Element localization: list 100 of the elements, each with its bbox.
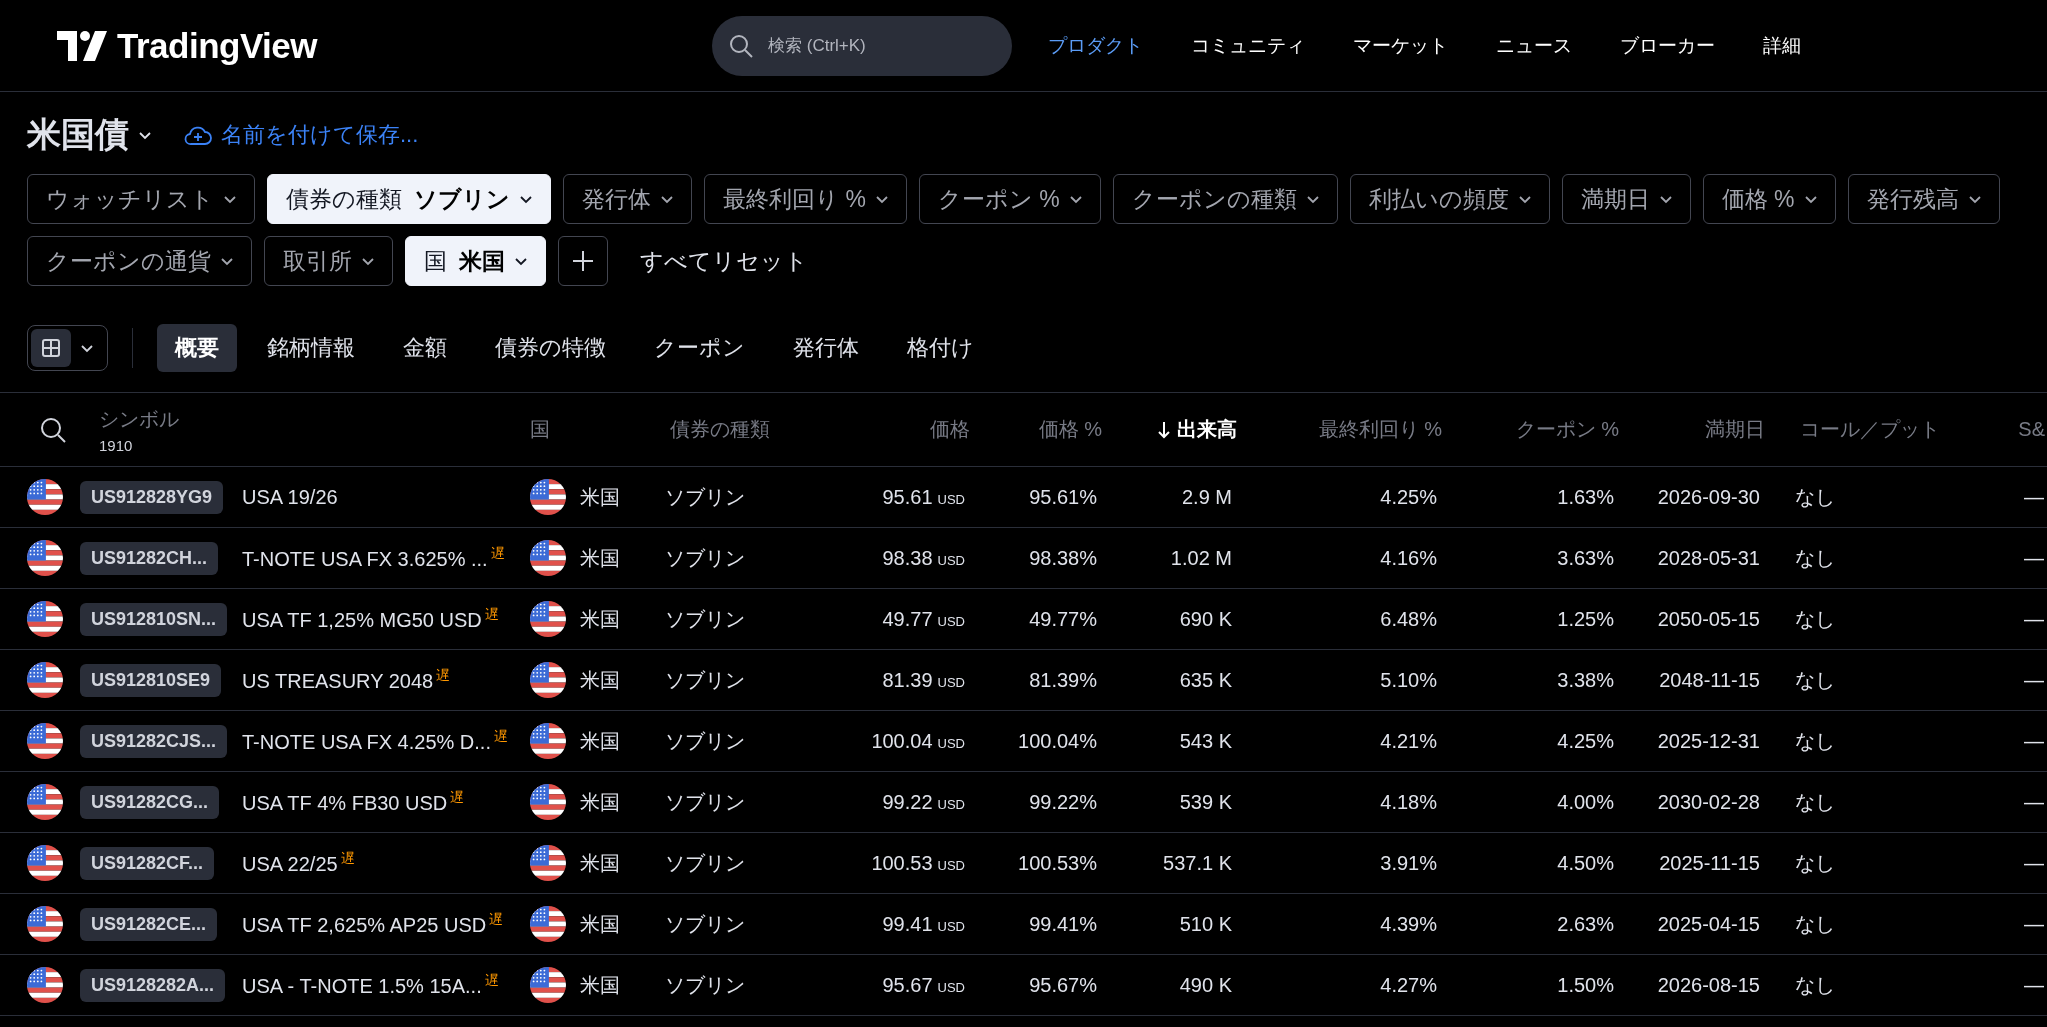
column-header[interactable]: クーポン % (1515, 416, 1619, 443)
table-cell: ソブリン (665, 729, 745, 752)
filter-chip[interactable]: ウォッチリスト (27, 174, 255, 224)
table-cell: 2025-04-15 (1657, 912, 1760, 935)
symbol-chip[interactable]: US912828YG9 (80, 480, 224, 514)
filter-chip[interactable]: 満期日 (1561, 174, 1691, 224)
table-cell: 1.50% (1557, 973, 1614, 996)
table-cell: ソブリン (665, 851, 745, 874)
filter-chip[interactable]: 発行残高 (1847, 174, 2000, 224)
symbol-chip[interactable]: US91282CG... (80, 785, 220, 819)
flag-icon (530, 479, 566, 515)
bond-name[interactable]: US TREASURY 2048$^{遅}$ (242, 667, 451, 693)
bond-name[interactable]: USA TF 4% FB30 USD$^{遅}$ (242, 789, 465, 815)
table-cell: 2025-12-31 (1657, 729, 1760, 752)
flag-icon (530, 784, 566, 820)
bond-name[interactable]: USA - T-NOTE 1.5% 15A...$^{遅}$ (242, 972, 499, 998)
symbol-chip[interactable]: US912810SN... (80, 602, 228, 636)
column-header[interactable]: S& (2018, 418, 2045, 441)
table-cell: 95.61 (882, 485, 933, 508)
table-cell: — (2024, 546, 2044, 569)
table-cell: 2028-05-31 (1657, 546, 1760, 569)
screen-title[interactable]: 米国債 (27, 112, 153, 158)
bond-name[interactable]: T-NOTE USA FX 3.625% ...$^{遅}$ (242, 545, 505, 571)
symbol-chip[interactable]: US91282CJS... (80, 724, 228, 758)
tab[interactable]: 債券の特徴 (477, 324, 624, 372)
nav-link[interactable]: マーケット (1353, 32, 1448, 59)
table-cell: 99.22% (1029, 790, 1097, 813)
table-cell: — (2024, 912, 2044, 935)
table-cell: 4.50% (1557, 851, 1614, 874)
symbol-chip[interactable]: US91282CH... (80, 541, 219, 575)
table-cell: なし (1795, 912, 1835, 935)
table-cell: 2026-09-30 (1657, 485, 1760, 508)
bond-name[interactable]: T-NOTE USA FX 4.25% D...$^{遅}$ (242, 728, 508, 754)
table-cell: 4.25% (1380, 485, 1437, 508)
flag-icon (27, 479, 63, 515)
column-header[interactable]: 価格 (930, 416, 970, 443)
tab[interactable]: クーポン (636, 324, 763, 372)
table-cell: 4.21% (1380, 729, 1437, 752)
table-cell: 49.77 (882, 607, 933, 630)
column-header[interactable]: 価格 % (1038, 416, 1102, 443)
symbol-chip[interactable]: US912810SE9 (80, 663, 222, 697)
nav-link[interactable]: 詳細 (1763, 32, 1801, 59)
table-cell: ソブリン (665, 607, 745, 630)
view-toggle[interactable] (27, 325, 108, 371)
table-cell: なし (1795, 485, 1835, 508)
symbol-chip[interactable]: US91282CE... (80, 907, 218, 941)
arrow-down-icon (1157, 420, 1171, 439)
symbol-chip[interactable]: US91282CF... (80, 846, 215, 880)
table-cell: 米国 (580, 973, 620, 996)
nav-link[interactable]: ニュース (1496, 32, 1572, 59)
tab[interactable]: 格付け (889, 324, 992, 372)
tab[interactable]: 概要 (157, 324, 237, 372)
filter-chip[interactable]: クーポンの種類 (1112, 174, 1338, 224)
column-header[interactable]: 出来高 (1157, 416, 1237, 443)
filter-chip[interactable]: 最終利回り % (704, 174, 907, 224)
filter-chip[interactable]: 債券の種類 ソブリン (267, 174, 551, 224)
add-filter-button[interactable] (558, 236, 608, 286)
symbol-count: 1910 (99, 436, 133, 454)
logo-text[interactable]: TradingView (117, 25, 318, 66)
tab[interactable]: 発行体 (775, 324, 877, 372)
symbol-chip[interactable]: US9128282A... (80, 968, 226, 1002)
table-cell: 米国 (580, 790, 620, 813)
column-header[interactable]: 国 (530, 416, 550, 443)
nav-link[interactable]: プロダクト (1048, 32, 1143, 59)
filter-chip[interactable]: クーポンの通貨 (27, 236, 252, 286)
bond-name[interactable]: USA TF 1,25% MG50 USD$^{遅}$ (242, 606, 499, 632)
bond-name[interactable]: USA 19/26 (242, 485, 338, 509)
currency-label: USD (937, 674, 965, 690)
nav-link[interactable]: ブローカー (1620, 32, 1715, 59)
table-cell: 2.9 M (1181, 485, 1232, 508)
table-cell: — (2024, 790, 2044, 813)
filter-chip[interactable]: クーポン % (918, 174, 1101, 224)
reset-all-button[interactable]: すべてリセット (640, 245, 808, 277)
bond-name[interactable]: USA 22/25$^{遅}$ (242, 850, 355, 876)
filter-chip[interactable]: 利払いの頻度 (1349, 174, 1550, 224)
tab[interactable]: 金額 (385, 324, 465, 372)
column-header[interactable]: 最終利回り % (1318, 416, 1442, 443)
table-cell: 95.67 (882, 973, 933, 996)
table-cell: 100.04 (871, 729, 933, 752)
search-icon (728, 32, 754, 59)
save-link[interactable]: 名前を付けて保存... (183, 120, 419, 150)
filter-chip[interactable]: 価格 % (1702, 174, 1836, 224)
table-cell: 2030-02-28 (1657, 790, 1760, 813)
table-cell: 米国 (580, 912, 620, 935)
filter-chip[interactable]: 国 米国 (405, 236, 546, 286)
column-header[interactable]: シンボル (99, 405, 179, 433)
table-cell: 4.27% (1380, 973, 1437, 996)
table-cell: 5.10% (1380, 668, 1437, 691)
nav-link[interactable]: コミュニティ (1191, 32, 1305, 59)
column-header[interactable]: 満期日 (1705, 416, 1765, 443)
logo-icon (57, 30, 109, 61)
table-cell: 81.39% (1029, 668, 1097, 691)
tab[interactable]: 銘柄情報 (249, 324, 373, 372)
filter-chip[interactable]: 発行体 (563, 174, 692, 224)
table-cell: 49.77% (1029, 607, 1097, 630)
search-field[interactable]: 検索 (Ctrl+K) (712, 15, 1012, 76)
filter-chip[interactable]: 取引所 (264, 236, 393, 286)
column-header[interactable]: コール／プット (1800, 416, 1940, 443)
bond-name[interactable]: USA TF 2,625% AP25 USD$^{遅}$ (242, 911, 504, 937)
column-header[interactable]: 債券の種類 (670, 416, 770, 443)
